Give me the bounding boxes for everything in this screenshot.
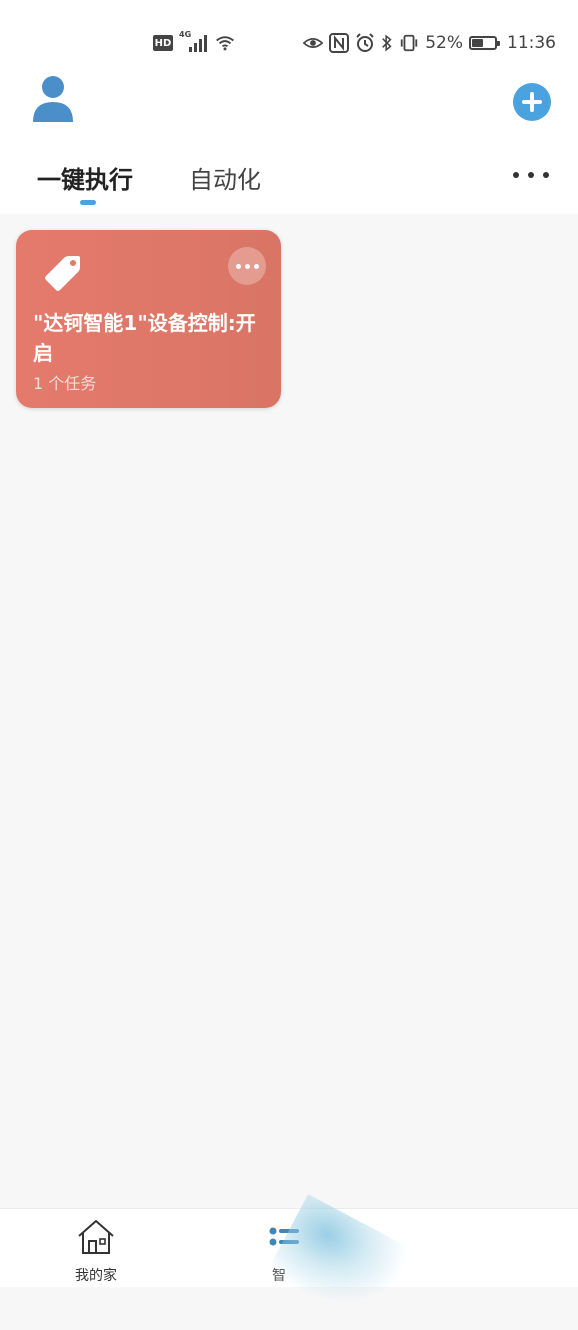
status-bar: HD 4G 52% 11:36 [0, 0, 578, 84]
battery-icon [469, 36, 500, 50]
clock-time: 11:36 [507, 33, 556, 53]
bluetooth-icon [382, 34, 392, 52]
user-avatar-icon[interactable] [32, 74, 74, 122]
wifi-icon [216, 36, 234, 51]
tag-icon [45, 256, 80, 291]
status-left: HD 4G [153, 30, 235, 54]
nfc-icon [329, 33, 350, 53]
tab-indicator [80, 200, 96, 205]
more-options-button[interactable] [513, 164, 549, 186]
scene-task-count: 1 个任务 [33, 374, 97, 393]
nav-item-my-home[interactable]: 我的家 [56, 1209, 136, 1288]
eye-icon [303, 38, 324, 48]
tab-one-tap[interactable]: 一键执行 [37, 160, 133, 195]
scene-title: "达钶智能1"设备控制:开启 [33, 311, 256, 365]
nav-label-my-home: 我的家 [75, 1268, 117, 1284]
scene-more-button[interactable] [228, 247, 266, 285]
home-icon [78, 1220, 114, 1254]
ellipsis-icon [513, 172, 519, 178]
hd-badge: HD [153, 35, 173, 51]
vibrate-icon [401, 34, 418, 52]
bottom-nav: 我的家 智 [0, 1194, 578, 1330]
nav-item-smart[interactable]: 智 [250, 1209, 330, 1288]
battery-percent: 52% [425, 33, 463, 53]
cell-signal-icon: 4G [179, 30, 209, 53]
add-scene-button[interactable] [513, 83, 551, 121]
status-right: 52% 11:36 [303, 32, 556, 54]
scene-list-icon [269, 1227, 299, 1246]
tab-automation[interactable]: 自动化 [189, 160, 261, 195]
header: 一键执行 自动化 [0, 76, 578, 214]
alarm-icon [356, 33, 374, 52]
scene-card[interactable]: "达钶智能1"设备控制:开启 1 个任务 [16, 230, 281, 408]
nav-label-smart: 智 [272, 1268, 286, 1284]
